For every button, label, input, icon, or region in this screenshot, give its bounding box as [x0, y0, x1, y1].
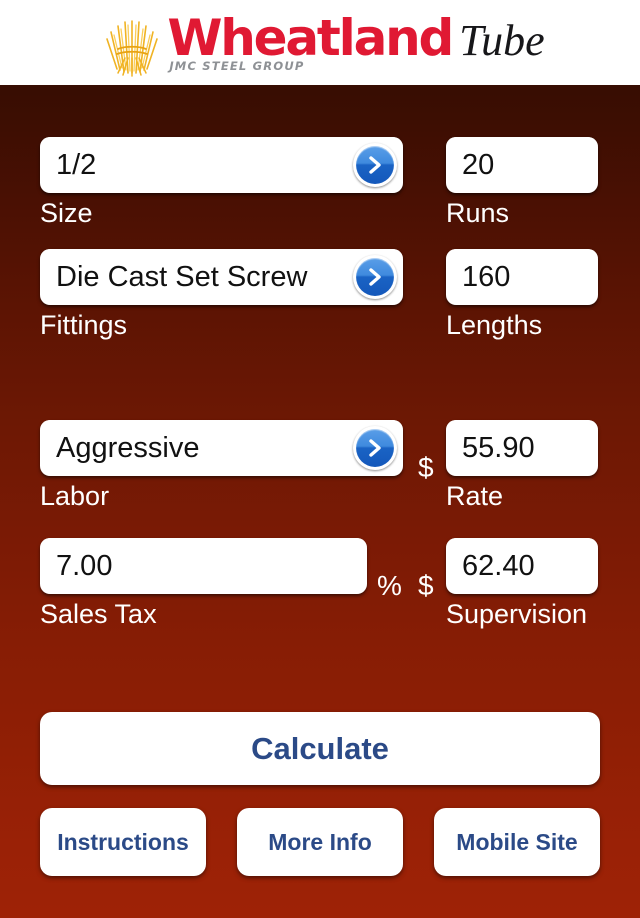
brand-text-block: Wheatland Tube JMC STEEL GROUP: [167, 8, 545, 73]
field-group-supervision: 62.40 Supervision: [446, 538, 598, 628]
calculate-button[interactable]: Calculate: [40, 712, 600, 785]
size-input[interactable]: 1/2: [40, 137, 403, 193]
labor-label: Labor: [40, 481, 110, 511]
brand-tagline: JMC STEEL GROUP: [169, 58, 305, 73]
fittings-label: Fittings: [40, 310, 128, 340]
runs-label: Runs: [446, 198, 510, 228]
rate-currency-symbol: $: [418, 452, 434, 483]
size-chevron-right-icon[interactable]: [353, 143, 397, 187]
field-group-rate: 55.90 Rate: [446, 420, 598, 510]
sales-tax-value: 7.00: [56, 551, 113, 581]
more-info-button[interactable]: More Info: [237, 808, 403, 876]
rate-value: 55.90: [462, 433, 535, 463]
brand-name-primary: Wheatland: [167, 8, 454, 67]
supervision-currency-symbol: $: [418, 570, 434, 601]
sales-tax-label: Sales Tax: [40, 599, 157, 629]
fittings-value: Die Cast Set Screw: [56, 262, 308, 292]
field-group-size: 1/2 Size: [40, 137, 403, 227]
rate-label: Rate: [446, 481, 504, 511]
runs-input[interactable]: 20: [446, 137, 598, 193]
brand-name-secondary: Tube: [459, 15, 545, 65]
field-group-labor: Aggressive Labor: [40, 420, 403, 510]
size-value: 1/2: [56, 150, 97, 180]
supervision-value: 62.40: [462, 551, 535, 581]
field-group-sales-tax: 7.00 Sales Tax: [40, 538, 367, 628]
field-group-runs: 20 Runs: [446, 137, 598, 227]
fittings-input[interactable]: Die Cast Set Screw: [40, 249, 403, 305]
app-header: Wheatland Tube JMC STEEL GROUP: [0, 0, 640, 85]
brand-logo: Wheatland Tube JMC STEEL GROUP: [101, 8, 545, 77]
lengths-label: Lengths: [446, 310, 543, 340]
sales-tax-percent-symbol: %: [377, 570, 402, 601]
rate-input[interactable]: 55.90: [446, 420, 598, 476]
labor-value: Aggressive: [56, 433, 200, 463]
wheat-sheaf-icon: [106, 19, 159, 77]
field-group-lengths: 160 Lengths: [446, 249, 598, 339]
size-label: Size: [40, 198, 93, 228]
field-group-fittings: Die Cast Set Screw Fittings: [40, 249, 403, 339]
labor-input[interactable]: Aggressive: [40, 420, 403, 476]
calculator-form: 1/2 Size 20 Runs Die Cast Set Screw Fitt…: [0, 85, 640, 918]
lengths-input[interactable]: 160: [446, 249, 598, 305]
app-root: Wheatland Tube JMC STEEL GROUP 1/2 Size …: [0, 0, 640, 918]
fittings-chevron-right-icon[interactable]: [353, 255, 397, 299]
supervision-input[interactable]: 62.40: [446, 538, 598, 594]
runs-value: 20: [462, 150, 495, 180]
sales-tax-input[interactable]: 7.00: [40, 538, 367, 594]
supervision-label: Supervision: [446, 599, 588, 629]
instructions-button[interactable]: Instructions: [40, 808, 206, 876]
labor-chevron-right-icon[interactable]: [353, 426, 397, 470]
mobile-site-button[interactable]: Mobile Site: [434, 808, 600, 876]
lengths-value: 160: [462, 262, 511, 292]
